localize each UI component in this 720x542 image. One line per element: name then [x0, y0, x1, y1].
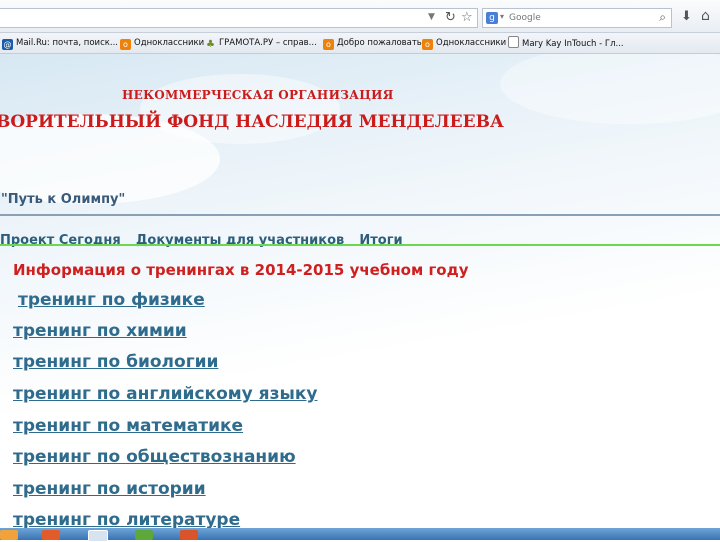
bookmark-label: Mail.Ru: почта, поиск... [16, 38, 118, 48]
odnoklassniki-icon: o [422, 39, 433, 50]
window-icon[interactable] [88, 530, 108, 542]
firefox-icon[interactable] [42, 530, 60, 540]
cloud-decoration [500, 54, 720, 124]
bookmark-odnoklassniki-2[interactable]: o Одноклассники [422, 36, 506, 50]
app-icon[interactable] [135, 530, 153, 540]
fund-title: ВОРИТЕЛЬНЫЙ ФОНД НАСЛЕДИЯ МЕНДЕЛЕЕВА [0, 112, 504, 132]
search-bar[interactable]: g ▾ ⌕ [482, 8, 672, 28]
course-link-social-studies[interactable]: тренинг по обществознанию [13, 447, 296, 467]
bookmark-star-icon[interactable]: ☆ [461, 10, 473, 25]
divider-green [0, 244, 720, 246]
address-bar[interactable]: ▼ ↻ ☆ [0, 8, 478, 28]
program-name: "Путь к Олимпу" [1, 192, 126, 207]
search-input[interactable] [509, 9, 639, 27]
bookmark-odnoklassniki[interactable]: o Одноклассники [120, 36, 204, 50]
bookmark-label: ГРАМОТА.РУ – справ... [219, 38, 317, 48]
folder-icon[interactable] [0, 530, 18, 540]
browser-toolbar: ▼ ↻ ☆ g ▾ ⌕ ⬇ ⌂ [0, 0, 720, 33]
url-history-dropdown-icon[interactable]: ▼ [428, 12, 435, 22]
gramota-icon: ♣ [206, 39, 215, 50]
org-subtitle: НЕКОММЕРЧЕСКАЯ ОРГАНИЗАЦИЯ [122, 88, 394, 102]
course-link-math[interactable]: тренинг по математике [13, 416, 243, 436]
powerpoint-icon[interactable] [180, 530, 198, 540]
home-icon[interactable]: ⌂ [701, 8, 710, 24]
bookmarks-bar: @ Mail.Ru: почта, поиск... o Одноклассники… [0, 33, 720, 54]
page-icon [508, 36, 519, 48]
cloud-decoration [140, 74, 340, 144]
bookmark-mailru[interactable]: @ Mail.Ru: почта, поиск... [2, 36, 118, 50]
section-heading: Информация о тренингах в 2014-2015 учебн… [13, 261, 469, 279]
divider [0, 214, 720, 216]
bookmark-gramota[interactable]: ♣ ГРАМОТА.РУ – справ... [205, 36, 317, 50]
google-engine-icon[interactable]: g [486, 12, 498, 24]
bookmark-label: Одноклассники [134, 38, 205, 48]
course-link-english[interactable]: тренинг по английскому языку [13, 384, 317, 404]
bookmark-label: Одноклассники [436, 38, 507, 48]
search-icon[interactable]: ⌕ [659, 10, 666, 25]
odnoklassniki-icon: o [120, 39, 131, 50]
odnoklassniki-icon: o [323, 39, 334, 50]
course-link-physics[interactable]: тренинг по физике [18, 290, 205, 310]
bookmark-label: Mary Kay InTouch - Гл... [522, 39, 624, 49]
bookmark-marykay[interactable]: Mary Kay InTouch - Гл... [508, 36, 624, 50]
web-page: НЕКОММЕРЧЕСКАЯ ОРГАНИЗАЦИЯ ВОРИТЕЛЬНЫЙ Ф… [0, 54, 720, 540]
course-link-chemistry[interactable]: тренинг по химии [13, 321, 187, 341]
bookmark-welcome[interactable]: o Добро пожаловать [323, 36, 422, 50]
course-link-literature[interactable]: тренинг по литературе [13, 510, 240, 530]
course-link-history[interactable]: тренинг по истории [13, 479, 206, 499]
course-link-biology[interactable]: тренинг по биологии [13, 352, 218, 372]
reload-icon[interactable]: ↻ [445, 10, 456, 25]
mail-icon: @ [2, 39, 13, 50]
download-icon[interactable]: ⬇ [681, 9, 692, 24]
taskbar [0, 528, 720, 542]
bookmark-label: Добро пожаловать [337, 38, 422, 48]
engine-dropdown-icon[interactable]: ▾ [500, 12, 504, 21]
